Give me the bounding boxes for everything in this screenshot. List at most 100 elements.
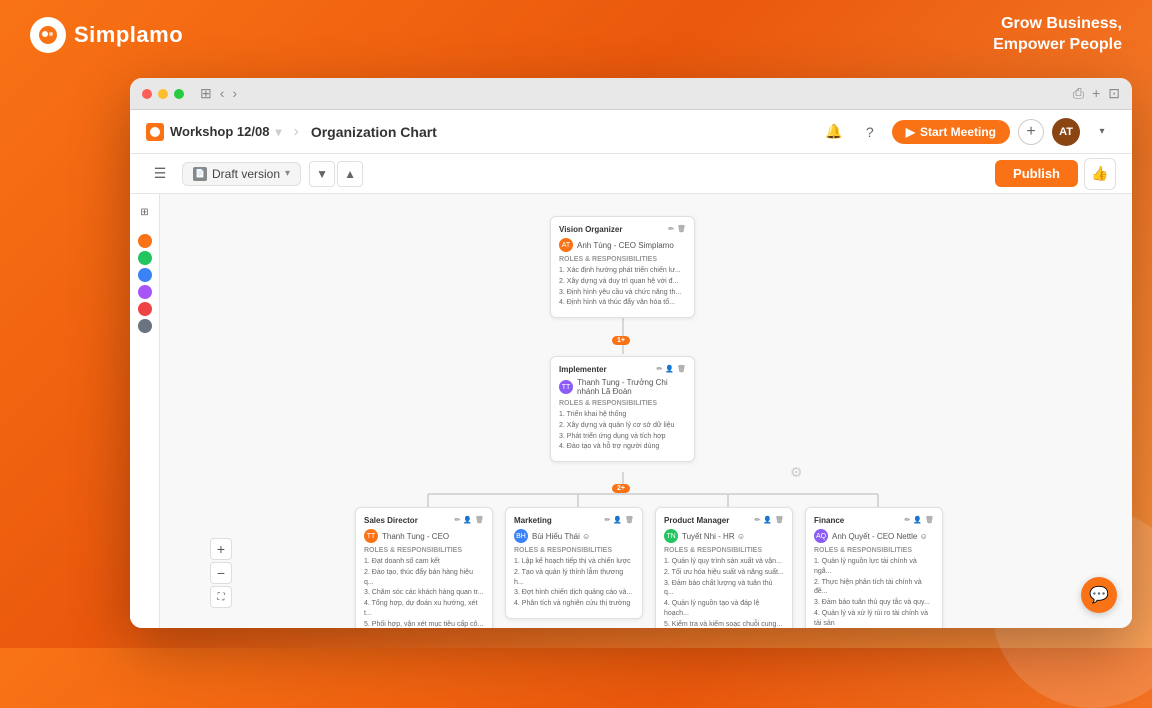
chrome-forward-btn[interactable]: › <box>232 85 237 102</box>
finance-avatar: AQ <box>814 529 828 543</box>
sidebar-color-green[interactable] <box>138 251 152 265</box>
implementer-delete-icon[interactable]: 🗑 <box>677 365 686 374</box>
workspace-icon <box>146 123 164 141</box>
draft-version-label: Draft version <box>212 167 280 181</box>
implementer-role-2: 2. Xây dựng và quản lý cơ sở dữ liệu <box>559 421 686 431</box>
chrome-window-icon: ⊞ <box>200 85 212 102</box>
vision-person-name: Anh Tùng - CEO Simplamo <box>577 241 674 250</box>
play-icon: ▶ <box>906 125 915 139</box>
add-button[interactable]: + <box>1018 119 1044 145</box>
share-icon[interactable]: ⎙ <box>1073 85 1084 102</box>
product-role-5: 5. Kiểm tra và kiểm soạc chuỗi cung... <box>664 620 784 628</box>
implementer-role-1: 1. Triển khai hệ thống <box>559 410 686 420</box>
product-edit-icon[interactable]: ✏ <box>755 516 761 525</box>
sidebar-color-purple[interactable] <box>138 285 152 299</box>
vision-role-4: 4. Định hình và thúc đẩy văn hóa tổ... <box>559 298 686 308</box>
marketing-edit-icon[interactable]: ✏ <box>605 516 611 525</box>
zoom-in-button[interactable]: + <box>210 538 232 560</box>
menu-toggle-button[interactable]: ☰ <box>146 160 174 188</box>
sales-role-3: 3. Chăm sóc các khách hàng quan tr... <box>364 588 484 598</box>
vision-avatar: AT <box>559 238 573 252</box>
toolbar: ☰ 📄 Draft version ▾ ▼ ▲ Publish 👍 <box>130 154 1132 194</box>
bell-button[interactable]: 🔔 <box>820 118 848 146</box>
draft-chevron-icon: ▾ <box>285 168 290 179</box>
marketing-role-4: 4. Phân tích và nghiên cứu thị trường <box>514 599 634 609</box>
avatar-button[interactable]: AT <box>1052 118 1080 146</box>
implementer-node[interactable]: Implementer ✏ 👤 🗑 TT Thanh Tung - Trưởng… <box>550 356 695 462</box>
vision-delete-icon[interactable]: 🗑 <box>677 225 686 234</box>
implementer-edit-icons: ✏ 👤 🗑 <box>657 365 686 374</box>
chrome-minimize-dot[interactable] <box>158 89 168 99</box>
sidebar-color-orange[interactable] <box>138 234 152 248</box>
finance-roles-label: Roles & Responsibilities <box>814 547 934 554</box>
help-button[interactable]: ? <box>856 118 884 146</box>
zoom-out-button[interactable]: − <box>210 562 232 584</box>
sidebar-tool-1[interactable]: ⊞ <box>135 202 155 222</box>
new-tab-icon[interactable]: + <box>1092 85 1100 102</box>
chrome-nav: ⊞ ‹ › <box>200 85 237 102</box>
finance-node[interactable]: Finance ✏ 👤 🗑 AQ Anh Quyết - CEO Nettle … <box>805 507 943 628</box>
implementer-role-4: 4. Đào tạo và hỗ trợ người dùng <box>559 442 686 452</box>
more-icon[interactable]: ⊡ <box>1108 85 1120 102</box>
chat-button[interactable]: 💬 <box>1081 577 1117 613</box>
product-manager-node[interactable]: Product Manager ✏ 👤 🗑 TN Tuyết Nhi - HR … <box>655 507 793 628</box>
canvas-area: ⊞ <box>130 194 1132 628</box>
nav-up-button[interactable]: ▲ <box>337 161 363 187</box>
user-menu-btn[interactable]: ▾ <box>1088 118 1116 146</box>
implementer-avatar: TT <box>559 380 573 394</box>
toolbar-left: ☰ 📄 Draft version ▾ ▼ ▲ <box>146 160 363 188</box>
implementer-person-icon[interactable]: 👤 <box>665 365 674 374</box>
sales-node-title: Sales Director <box>364 516 418 525</box>
vision-roles-label: Roles & Responsibilities <box>559 256 686 263</box>
sales-person-icon[interactable]: 👤 <box>463 516 472 525</box>
marketing-edit-icons: ✏ 👤 🗑 <box>605 516 634 525</box>
vision-edit-icon[interactable]: ✏ <box>668 225 674 234</box>
sales-director-node[interactable]: Sales Director ✏ 👤 🗑 TT Thanh Tung - CEO… <box>355 507 493 628</box>
settings-icon[interactable]: ⚙ <box>790 464 803 481</box>
sidebar-color-red[interactable] <box>138 302 152 316</box>
implementer-roles-label: Roles & Responsibilities <box>559 400 686 407</box>
product-avatar: TN <box>664 529 678 543</box>
publish-button[interactable]: Publish <box>995 160 1078 187</box>
sales-role-5: 5. Phối hợp, vận xét mục tiêu cấp cô... <box>364 620 484 628</box>
marketing-delete-icon[interactable]: 🗑 <box>625 516 634 525</box>
sales-person-name: Thanh Tung - CEO <box>382 532 449 541</box>
sidebar-color-blue[interactable] <box>138 268 152 282</box>
product-person-icon[interactable]: 👤 <box>763 516 772 525</box>
finance-node-title: Finance <box>814 516 844 525</box>
sales-delete-icon[interactable]: 🗑 <box>475 516 484 525</box>
logo-area: Simplamo <box>30 17 183 53</box>
workspace-label: Workshop 12/08 ▾ <box>146 123 282 141</box>
product-delete-icon[interactable]: 🗑 <box>775 516 784 525</box>
window-chrome: ⊞ ‹ › ⎙ + ⊡ <box>130 78 1132 110</box>
org-canvas: 1+ 2+ Vision Organizer ✏ 🗑 AT Anh Tùng -… <box>160 194 1132 628</box>
draft-version-selector[interactable]: 📄 Draft version ▾ <box>182 162 301 186</box>
marketing-person-name: Bùi Hiếu Thái ☺ <box>532 532 590 541</box>
marketing-person-icon[interactable]: 👤 <box>613 516 622 525</box>
vision-node-header: Vision Organizer ✏ 🗑 <box>559 225 686 234</box>
vision-role-2: 2. Xây dựng và duy trì quan hệ với đ... <box>559 277 686 287</box>
finance-edit-icon[interactable]: ✏ <box>905 516 911 525</box>
sidebar-color-gray[interactable] <box>138 319 152 333</box>
vision-role-3: 3. Định hình yêu cầu và chức năng th... <box>559 288 686 298</box>
vision-organizer-node[interactable]: Vision Organizer ✏ 🗑 AT Anh Tùng - CEO S… <box>550 216 695 318</box>
product-edit-icons: ✏ 👤 🗑 <box>755 516 784 525</box>
finance-role-4: 4. Quản lý và xử lý rủi ro tài chính và … <box>814 609 934 628</box>
chrome-close-dot[interactable] <box>142 89 152 99</box>
feedback-button[interactable]: 👍 <box>1084 158 1116 190</box>
fit-screen-button[interactable]: ⛶ <box>210 586 232 608</box>
chrome-back-btn[interactable]: ‹ <box>220 85 225 102</box>
finance-delete-icon[interactable]: 🗑 <box>925 516 934 525</box>
start-meeting-label: Start Meeting <box>920 125 996 139</box>
sales-edit-icon[interactable]: ✏ <box>455 516 461 525</box>
implementer-edit-icon[interactable]: ✏ <box>657 365 663 374</box>
product-node-title: Product Manager <box>664 516 729 525</box>
start-meeting-button[interactable]: ▶ Start Meeting <box>892 120 1010 144</box>
workspace-chevron[interactable]: ▾ <box>275 125 281 139</box>
vision-node-title: Vision Organizer <box>559 225 622 234</box>
chrome-maximize-dot[interactable] <box>174 89 184 99</box>
finance-person-icon[interactable]: 👤 <box>913 516 922 525</box>
nav-down-button[interactable]: ▼ <box>309 161 335 187</box>
implementer-role-3: 3. Phát triển ứng dụng và tích hợp <box>559 432 686 442</box>
marketing-node[interactable]: Marketing ✏ 👤 🗑 BH Bùi Hiếu Thái ☺ Roles… <box>505 507 643 619</box>
